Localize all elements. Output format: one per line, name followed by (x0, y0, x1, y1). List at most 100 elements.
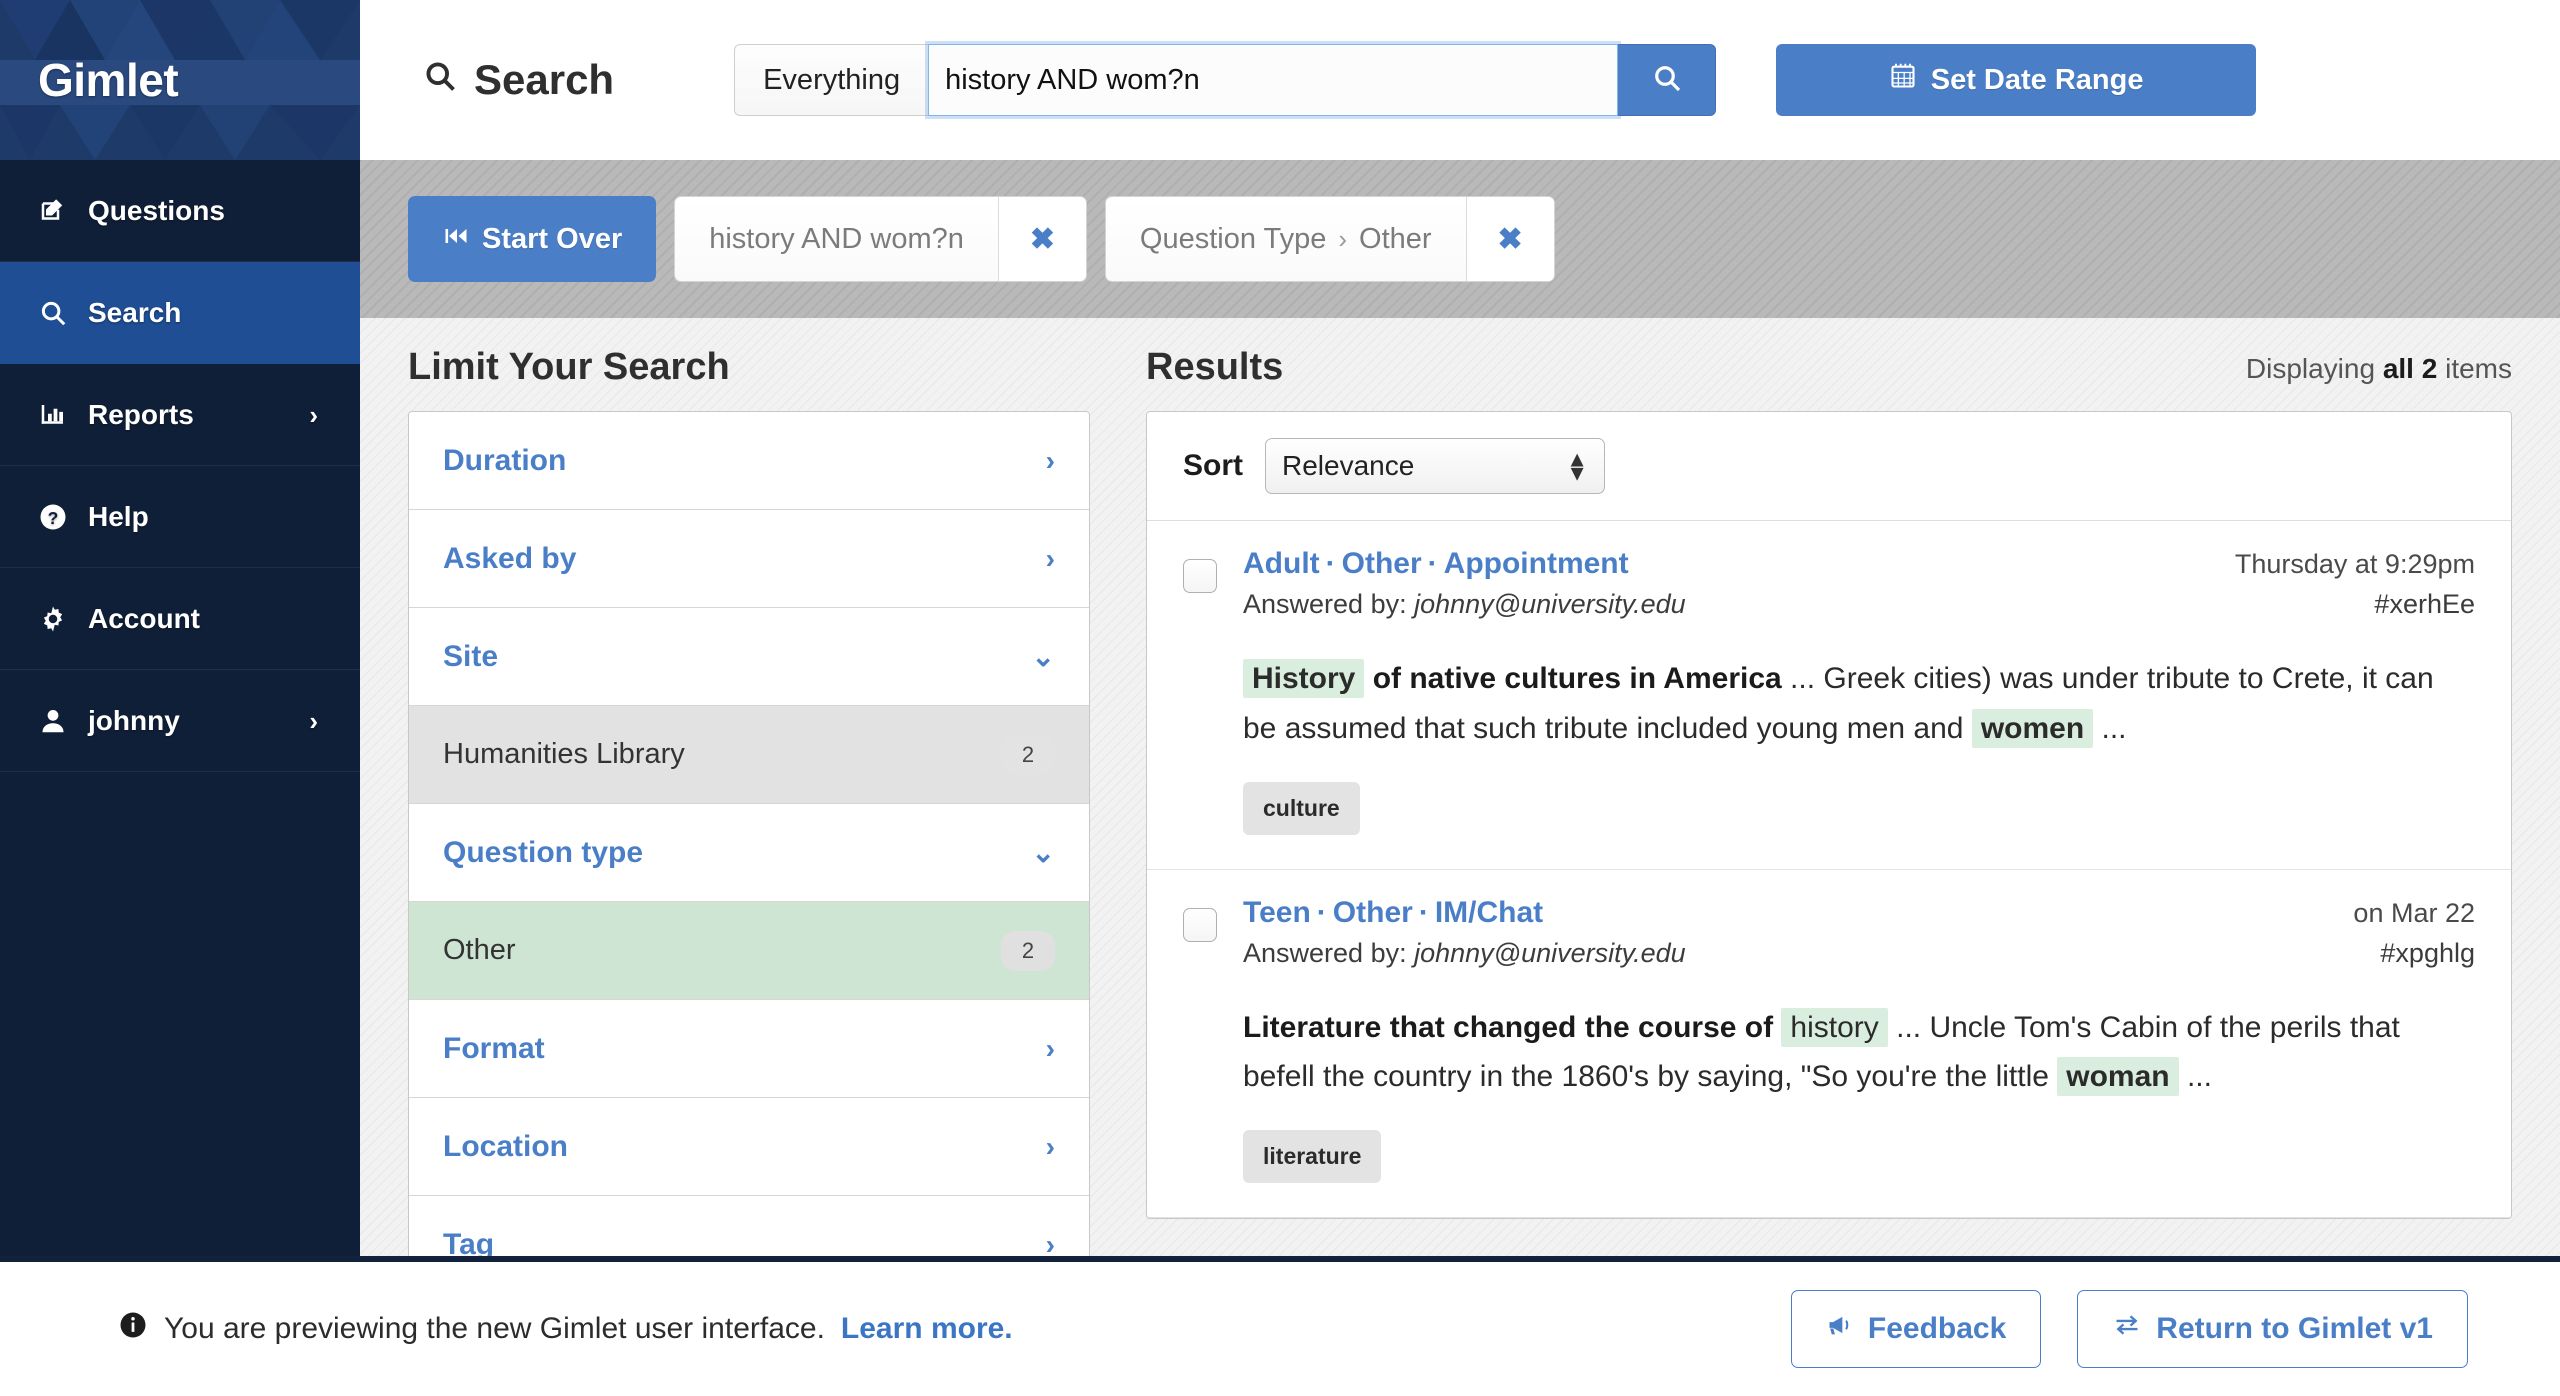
result-snippet: History of native cultures in America ..… (1243, 654, 2475, 754)
facet-option-label: Other (443, 934, 516, 966)
result-title[interactable]: Teen · Other · IM/Chat (1243, 896, 1543, 930)
facet-option-other[interactable]: Other 2 (409, 902, 1089, 1000)
learn-more-link[interactable]: Learn more. (841, 1312, 1013, 1346)
result-checkbox[interactable] (1183, 907, 1217, 942)
sidebar-item-questions[interactable]: Questions (0, 160, 360, 262)
result-title-part: Adult (1243, 547, 1320, 580)
return-to-v1-button[interactable]: Return to Gimlet v1 (2077, 1290, 2468, 1368)
snippet-text: ... (2178, 1060, 2212, 1094)
result-tag[interactable]: literature (1243, 1130, 1382, 1184)
sidebar-item-label: Search (88, 296, 182, 328)
result-title[interactable]: Adult · Other · Appointment (1243, 547, 1629, 581)
snippet-highlight: woman (2057, 1057, 2179, 1097)
sidebar-item-label: johnny (88, 704, 180, 736)
chevron-right-icon: › (309, 399, 318, 430)
answered-by-value: johnny@university.edu (1414, 937, 1686, 968)
facet-group-label: Format (443, 1031, 545, 1065)
facet-group-label: Question type (443, 835, 644, 869)
result-body: Teen · Other · IM/Chat on Mar 22 Answered by… (1243, 896, 2475, 1184)
facet-group-tag[interactable]: Tag › (409, 1196, 1089, 1256)
facet-group-asked-by[interactable]: Asked by › (409, 510, 1089, 608)
snippet-highlight: women (1971, 708, 2094, 748)
chevron-right-icon: › (309, 705, 318, 736)
start-over-button[interactable]: Start Over (408, 196, 657, 282)
facet-group-question-type[interactable]: Question type ⌄ (409, 804, 1089, 902)
sidebar-item-search[interactable]: Search (0, 262, 360, 364)
facet-group-label: Duration (443, 443, 567, 477)
results-heading: Results (1146, 346, 1284, 388)
feedback-button[interactable]: Feedback (1790, 1290, 2042, 1368)
facet-option-label: Humanities Library (443, 738, 685, 770)
chevron-right-icon: › (1045, 1130, 1055, 1162)
rewind-icon (442, 223, 470, 256)
search-input[interactable] (928, 44, 1619, 116)
filter-pill-label: history AND wom?n (675, 197, 998, 281)
snippet-highlight: history (1781, 1007, 1888, 1047)
facet-group-label: Tag (443, 1227, 495, 1257)
snippet-bold: Literature that changed the course of (1243, 1010, 1782, 1044)
gear-icon (38, 604, 76, 634)
limit-your-search-panel: Limit Your Search Duration › Asked by › … (408, 318, 1090, 1256)
brand-name: Gimlet (38, 54, 179, 106)
calendar-icon (1889, 62, 1917, 98)
facet-option-count: 2 (1001, 734, 1055, 775)
result-row[interactable]: Adult · Other · Appointment Thursday at 9:29… (1147, 521, 2511, 870)
bar-chart-icon (38, 400, 76, 430)
return-to-v1-label: Return to Gimlet v1 (2156, 1312, 2433, 1345)
sidebar-item-label: Questions (88, 194, 225, 226)
facet-group-site[interactable]: Site ⌄ (409, 608, 1089, 706)
result-checkbox[interactable] (1183, 559, 1217, 593)
result-row[interactable]: Teen · Other · IM/Chat on Mar 22 Answered by… (1147, 870, 2511, 1219)
sidebar-item-label: Account (88, 602, 200, 634)
close-icon[interactable]: ✖ (997, 197, 1086, 281)
facet-group-location[interactable]: Location › (409, 1098, 1089, 1196)
close-icon[interactable]: ✖ (1465, 197, 1554, 281)
result-title-part: Other (1341, 547, 1422, 580)
results-list: Sort Relevance ▲ ▼ Adult · Other · Appoi… (1146, 411, 2512, 1220)
sidebar-item-reports[interactable]: Reports › (0, 364, 360, 466)
facet-group-label: Location (443, 1129, 568, 1163)
search-scope-dropdown[interactable]: Everything (734, 44, 929, 116)
start-over-label: Start Over (482, 222, 623, 255)
footer-buttons: Feedback Return to Gimlet v1 (1790, 1290, 2468, 1368)
sidebar-logo[interactable]: Gimlet (0, 0, 360, 160)
result-title-part: Teen (1243, 895, 1311, 929)
sidebar-item-label: Reports (88, 398, 194, 430)
answered-by-value: johnny@university.edu (1414, 589, 1686, 619)
svg-text:?: ? (48, 507, 59, 527)
set-date-range-button[interactable]: Set Date Range (1776, 44, 2257, 116)
sidebar-item-help[interactable]: ? Help (0, 466, 360, 568)
sidebar-item-account[interactable]: Account (0, 568, 360, 670)
result-title-part: Other (1332, 895, 1413, 929)
result-date: Thursday at 9:29pm (2234, 549, 2475, 579)
facet-group-label: Asked by (443, 541, 577, 575)
result-tag[interactable]: culture (1243, 781, 1360, 835)
set-date-range-label: Set Date Range (1930, 63, 2144, 96)
sidebar: Gimlet Questions Search Reports › ? Help… (0, 0, 360, 1256)
search-group: Everything (734, 44, 1717, 116)
preview-footer: You are previewing the new Gimlet user i… (0, 1256, 2560, 1396)
app-body: Gimlet Questions Search Reports › ? Help… (0, 0, 2560, 1256)
info-circle-icon (118, 1310, 148, 1348)
facet-group-format[interactable]: Format › (409, 1000, 1089, 1098)
search-submit-button[interactable] (1618, 44, 1717, 116)
sort-row: Sort Relevance ▲ ▼ (1147, 412, 2511, 521)
user-icon (38, 706, 76, 736)
filter-pill-query: history AND wom?n ✖ (674, 196, 1087, 282)
chevron-right-icon: › (1045, 1032, 1055, 1064)
main-content: Limit Your Search Duration › Asked by › … (360, 318, 2560, 1256)
result-answered-by: Answered by: johnny@university.edu (1243, 938, 1686, 969)
chevron-right-icon: › (1338, 224, 1348, 254)
chevron-right-icon: › (1045, 444, 1055, 476)
facet-group-duration[interactable]: Duration › (409, 412, 1089, 510)
active-filters-bar: Start Over history AND wom?n ✖ Question … (360, 160, 2560, 318)
preview-message: You are previewing the new Gimlet user i… (118, 1310, 1013, 1348)
pencil-square-icon (38, 196, 76, 226)
facet-option-humanities-library[interactable]: Humanities Library 2 (409, 706, 1089, 804)
sidebar-item-user[interactable]: johnny › (0, 670, 360, 772)
results-count-value: all 2 (2382, 353, 2438, 384)
result-snippet: Literature that changed the course of hi… (1243, 1003, 2475, 1103)
megaphone-icon (1826, 1311, 1854, 1347)
sort-select[interactable]: Relevance ▲ ▼ (1265, 438, 1605, 494)
swap-arrows-icon (2112, 1311, 2142, 1347)
